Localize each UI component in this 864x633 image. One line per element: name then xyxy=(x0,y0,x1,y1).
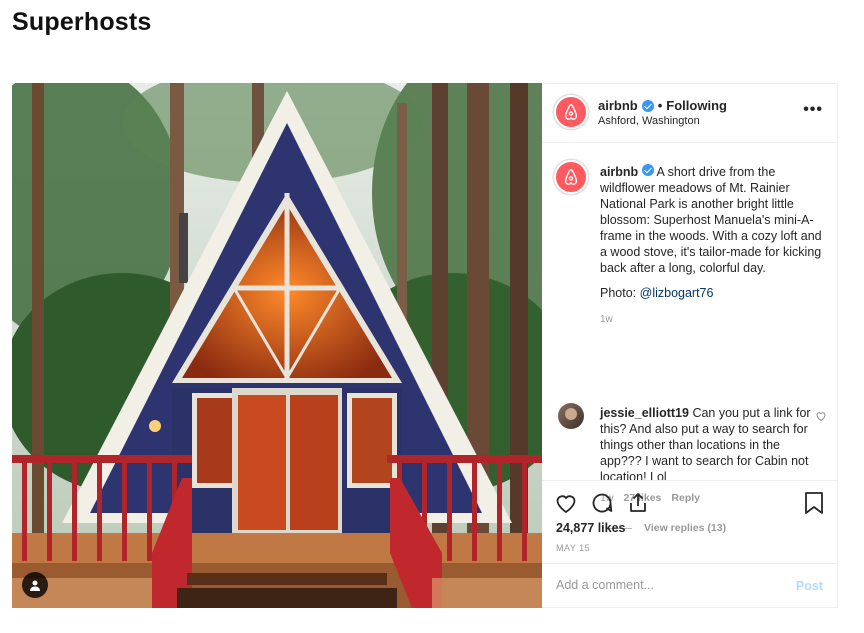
post-caption: airbnb A short drive from the wildflower… xyxy=(600,164,825,276)
action-icons xyxy=(554,491,650,515)
add-comment-input[interactable] xyxy=(556,578,756,592)
verified-icon xyxy=(641,99,654,112)
airbnb-logo-icon xyxy=(564,169,578,185)
account-name[interactable]: airbnb xyxy=(598,98,638,113)
photo-credit: Photo: @lizbogart76 xyxy=(600,286,713,300)
more-icon[interactable]: ••• xyxy=(803,101,823,119)
add-comment-bar: Post xyxy=(542,563,837,609)
location-link[interactable]: Ashford, Washington xyxy=(598,115,700,127)
comment-icon[interactable] xyxy=(590,491,614,515)
post-panel: airbnb • Following Ashford, Washington •… xyxy=(542,83,838,608)
likes-count[interactable]: 24,877 likes xyxy=(556,521,626,535)
following-button[interactable]: Following xyxy=(666,98,727,113)
commenter-avatar[interactable] xyxy=(558,403,584,429)
post-photo[interactable] xyxy=(12,83,542,608)
header-account-line: airbnb • Following xyxy=(598,98,727,113)
airbnb-logo-icon xyxy=(564,104,578,120)
account-avatar[interactable] xyxy=(554,95,588,129)
photo-credit-link[interactable]: @lizbogart76 xyxy=(640,286,714,300)
photo-credit-label: Photo: xyxy=(600,286,637,300)
comment-username[interactable]: jessie_elliott19 xyxy=(600,406,689,420)
share-icon[interactable] xyxy=(626,491,650,515)
follow-separator: • xyxy=(657,98,663,113)
post-comment-button[interactable]: Post xyxy=(796,579,823,593)
comment: jessie_elliott19 Can you put a link for … xyxy=(600,405,815,485)
post-date: MAY 15 xyxy=(556,543,591,553)
caption-timestamp: 1w xyxy=(600,314,613,325)
comments-section: airbnb A short drive from the wildflower… xyxy=(542,144,837,534)
post-header: airbnb • Following Ashford, Washington •… xyxy=(542,84,837,143)
caption-username[interactable]: airbnb xyxy=(600,165,638,179)
bookmark-icon[interactable] xyxy=(803,491,825,515)
page-heading: Superhosts xyxy=(12,8,152,36)
post-actions: 24,877 likes MAY 15 Post xyxy=(542,480,837,609)
caption-avatar[interactable] xyxy=(554,160,588,194)
verified-icon xyxy=(641,164,654,176)
caption-text: A short drive from the wildflower meadow… xyxy=(600,165,822,275)
heart-icon[interactable] xyxy=(554,491,578,515)
a-frame-cabin-image xyxy=(12,83,542,608)
user-tag-icon[interactable] xyxy=(22,572,48,598)
comment-like-heart-icon[interactable] xyxy=(815,410,827,422)
